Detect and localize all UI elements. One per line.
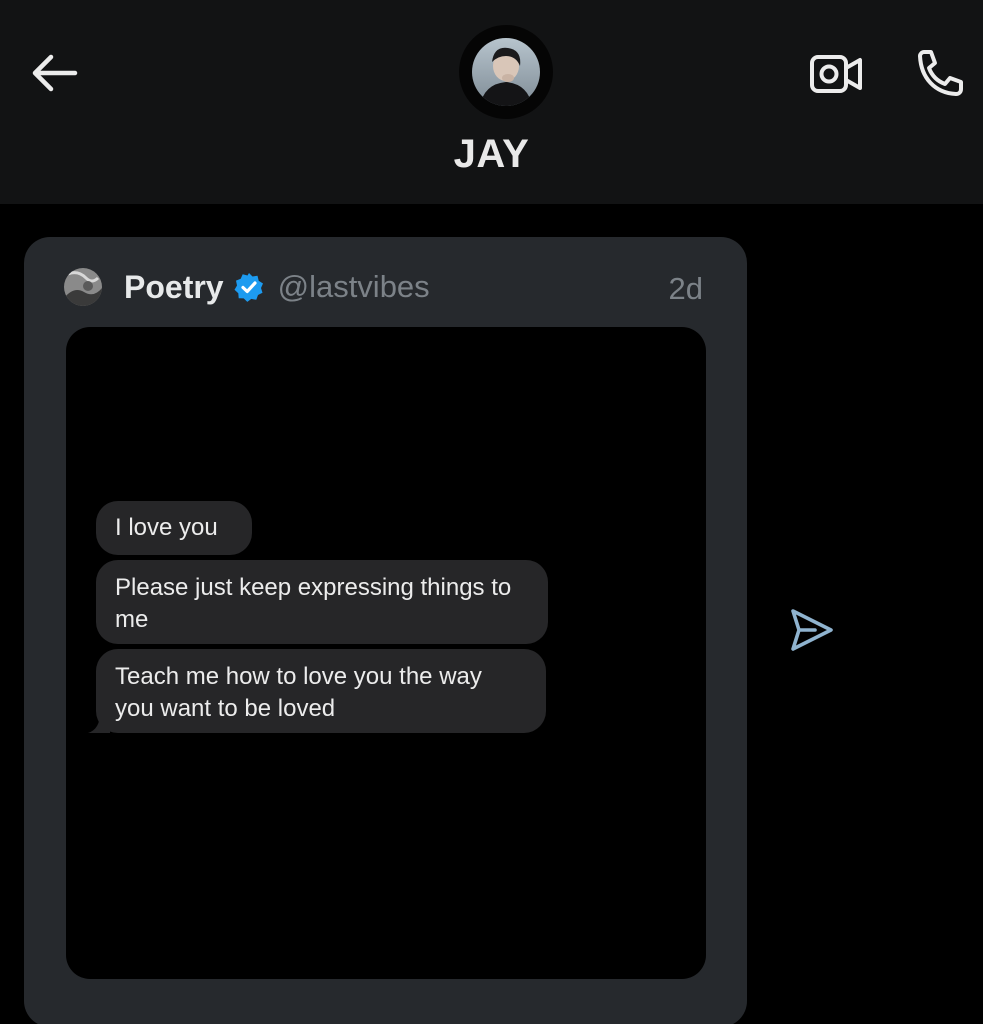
author-avatar[interactable] bbox=[64, 268, 102, 306]
shared-post-card[interactable]: Poetry @lastvibes 2d I love you Please j… bbox=[24, 237, 747, 1024]
contact-name: JAY bbox=[453, 132, 530, 176]
contact-avatar[interactable] bbox=[459, 25, 553, 119]
video-call-button[interactable] bbox=[806, 48, 866, 100]
author-name[interactable]: Poetry bbox=[124, 269, 224, 306]
message-bubble: Teach me how to love you the way you wan… bbox=[88, 649, 546, 733]
arrow-left-icon bbox=[32, 54, 78, 92]
dm-conversation-screen: JAY Poetry @lastvibes 2d I love you Plea… bbox=[0, 0, 983, 1024]
bubble-tail-icon bbox=[88, 713, 110, 733]
message-bubble: Please just keep expressing things to me bbox=[96, 560, 548, 644]
send-icon bbox=[791, 609, 833, 651]
voice-call-button[interactable] bbox=[908, 44, 970, 104]
video-camera-icon bbox=[810, 55, 862, 93]
avatar bbox=[472, 38, 540, 106]
message-bubble-stack: I love you Please just keep expressing t… bbox=[88, 501, 548, 738]
conversation-header: JAY bbox=[0, 0, 983, 204]
post-author-row: Poetry @lastvibes bbox=[64, 265, 714, 309]
message-text: Teach me how to love you the way you wan… bbox=[115, 663, 482, 722]
author-handle[interactable]: @lastvibes bbox=[278, 269, 430, 305]
message-bubble: I love you bbox=[96, 501, 252, 555]
share-button[interactable] bbox=[786, 604, 838, 656]
verified-badge-icon bbox=[234, 272, 264, 302]
post-media-image[interactable]: I love you Please just keep expressing t… bbox=[66, 327, 706, 979]
phone-icon bbox=[918, 50, 963, 96]
message-text: Please just keep expressing things to me bbox=[115, 574, 512, 633]
message-text: I love you bbox=[115, 514, 218, 541]
post-timestamp: 2d bbox=[668, 271, 703, 306]
back-button[interactable] bbox=[26, 48, 82, 98]
